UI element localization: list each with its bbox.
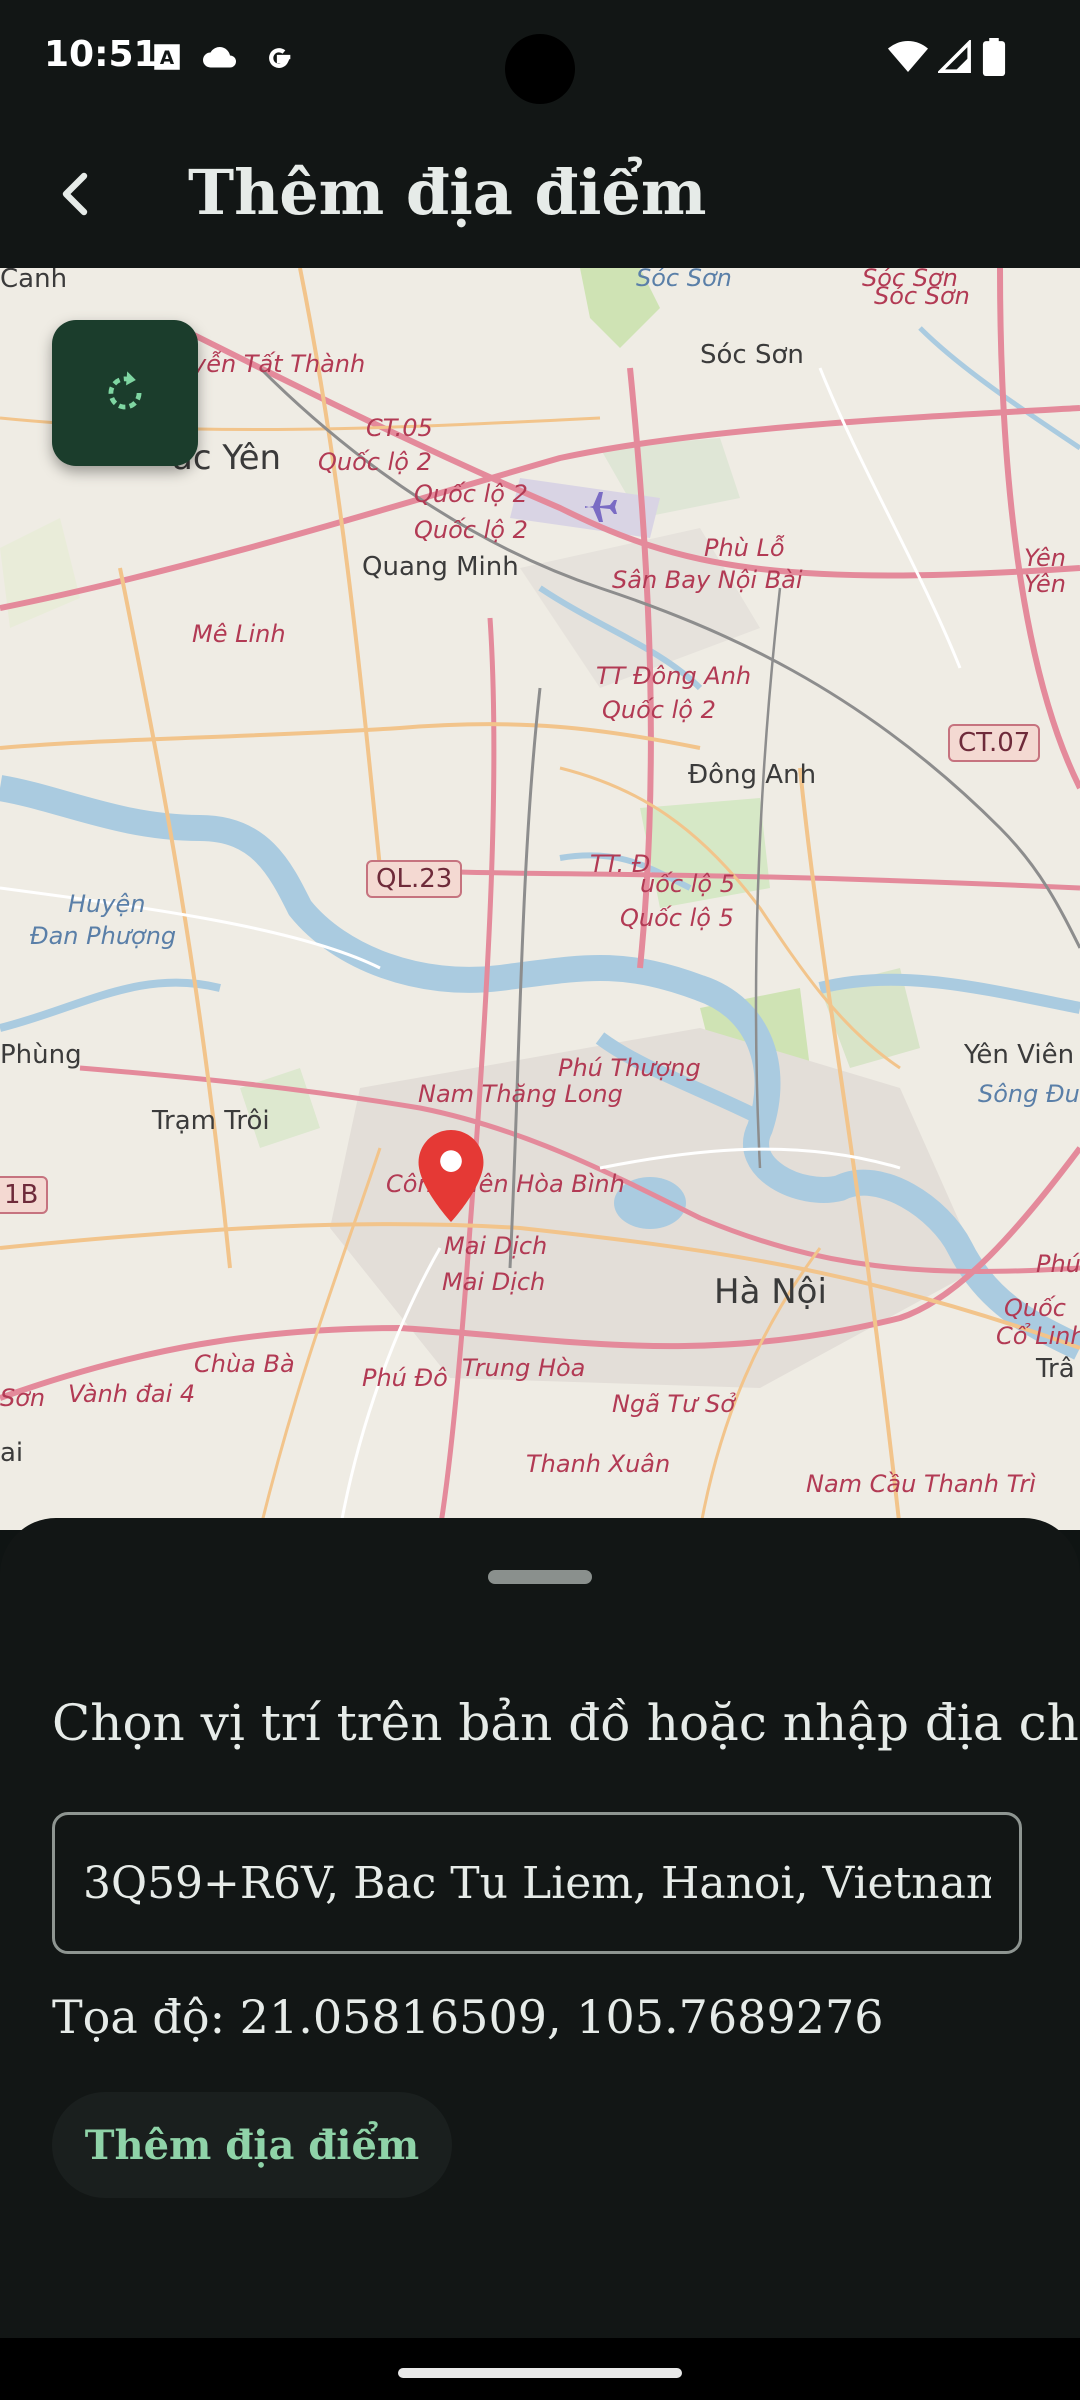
wifi-icon xyxy=(888,41,928,72)
drag-handle[interactable] xyxy=(488,1570,592,1584)
map-label: uốc lộ 5 xyxy=(640,870,735,898)
road-shield: QL.23 xyxy=(366,860,463,898)
map-label: Quang Minh xyxy=(362,552,519,582)
page-title: Thêm địa điểm xyxy=(188,156,707,229)
map-label: Quốc xyxy=(1004,1294,1066,1322)
bottom-sheet: Chọn vị trí trên bản đồ hoặc nhập địa ch… xyxy=(0,1518,1080,2338)
map-label: CT.05 xyxy=(366,414,433,442)
map-label: Nam Thăng Long xyxy=(418,1080,623,1108)
map-label: yễn Tất Thành xyxy=(192,350,366,378)
status-time: 10:51 xyxy=(44,34,159,75)
camera-cutout xyxy=(505,34,575,104)
map-label: TT Đông Anh xyxy=(596,662,752,690)
map-label: Yên xyxy=(1024,544,1066,572)
refresh-location-button[interactable] xyxy=(52,320,198,466)
google-icon xyxy=(269,48,291,68)
map-label: Phú Đô xyxy=(362,1364,448,1392)
address-input[interactable] xyxy=(52,1812,1022,1954)
map-label: Trâ xyxy=(1036,1354,1075,1384)
map-label: Yên Viên xyxy=(964,1040,1075,1070)
svg-text:A: A xyxy=(160,48,175,69)
map-label: Mai Dịch xyxy=(444,1232,548,1260)
map-pin-icon[interactable] xyxy=(418,1130,484,1222)
status-bar: 10:51 A xyxy=(0,0,1080,120)
map-label: Sóc Sơn xyxy=(874,282,970,310)
map-label: Quốc lộ 2 xyxy=(318,448,432,476)
map-label: Huyện xyxy=(68,890,146,918)
map-label: Chùa Bà xyxy=(194,1350,295,1378)
map-label: Hà Nội xyxy=(714,1272,827,1312)
map-label: Đan Phượng xyxy=(30,922,177,950)
map-label: ai xyxy=(0,1438,24,1468)
home-indicator[interactable] xyxy=(398,2368,682,2378)
map-label: Phú xyxy=(1036,1250,1080,1278)
cloud-icon xyxy=(203,47,236,68)
chevron-left-icon xyxy=(62,172,88,216)
map-label: Quốc lộ 2 xyxy=(602,696,716,724)
map-label: Nam Cầu Thanh Trì xyxy=(806,1470,1036,1498)
battery-icon xyxy=(982,38,1006,76)
map-label: Phú Thượng xyxy=(558,1054,701,1082)
map-label: Sông Đuống xyxy=(978,1080,1080,1108)
text-a-icon: A xyxy=(154,44,180,70)
map-label: Cổ Linh xyxy=(996,1322,1080,1350)
map-label: Quốc lộ 2 xyxy=(414,480,528,508)
map-label: Phù Lỗ xyxy=(704,534,785,562)
map-view[interactable]: Sóc Sơn Sóc Sơn Sóc Sơn Canh Sóc Sơn yễn… xyxy=(0,268,1080,1530)
app-bar: Thêm địa điểm xyxy=(0,120,1080,268)
map-label: Mai Dịch xyxy=(442,1268,546,1296)
map-label: Quốc lộ 2 xyxy=(414,516,528,544)
map-label: Sơn xyxy=(0,1384,46,1412)
map-label: Canh xyxy=(0,268,68,294)
map-label: Vành đai 4 xyxy=(68,1380,196,1408)
map-label: Trung Hòa xyxy=(462,1354,586,1382)
navigation-bar xyxy=(0,2338,1080,2400)
map-label: Sân Bay Nội Bài xyxy=(612,566,803,594)
map-label: Sóc Sơn xyxy=(636,268,732,292)
back-button[interactable] xyxy=(36,154,116,234)
coordinates-text: Tọa độ: 21.05816509, 105.7689276 xyxy=(52,1990,884,2044)
map-label: Yên xyxy=(1024,570,1066,598)
refresh-location-icon xyxy=(108,371,142,410)
signal-icon xyxy=(938,40,971,73)
add-place-button[interactable]: Thêm địa điểm xyxy=(52,2092,452,2198)
map-label: Ngã Tư Sở xyxy=(612,1390,735,1418)
map-label: Mê Linh xyxy=(192,620,286,648)
map-label: Phùng xyxy=(0,1040,82,1070)
map-label: Trạm Trôi xyxy=(152,1106,270,1136)
map-label: Quốc lộ 5 xyxy=(620,904,734,932)
sheet-heading: Chọn vị trí trên bản đồ hoặc nhập địa ch… xyxy=(52,1694,1080,1752)
road-shield: CT.07 xyxy=(948,724,1041,762)
map-label: Thanh Xuân xyxy=(526,1450,671,1478)
map-label: Sóc Sơn xyxy=(700,340,804,370)
road-shield: 1B xyxy=(0,1176,49,1214)
map-label: Đông Anh xyxy=(688,760,817,790)
